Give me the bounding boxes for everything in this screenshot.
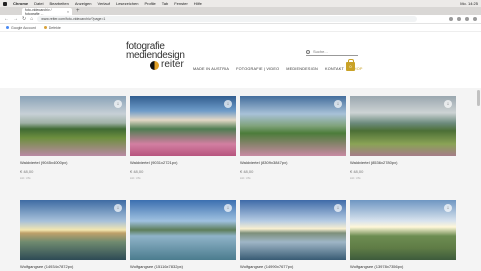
product-tax-note: inkl. USt. bbox=[20, 176, 32, 180]
product-tax-note: inkl. USt. bbox=[350, 176, 362, 180]
site-header: fotografie mediendesign reiter Suche... … bbox=[0, 32, 481, 88]
nav-fotografie-video[interactable]: FOTOGRAFIE | VIDEO bbox=[236, 67, 279, 71]
download-icon[interactable]: ↓ bbox=[224, 100, 232, 108]
google-icon bbox=[6, 26, 9, 30]
menu-profile[interactable]: Profile bbox=[144, 1, 155, 6]
product-price: € 48,00 bbox=[350, 169, 364, 174]
nav-mediendesign[interactable]: MEDIENDESIGN bbox=[286, 67, 318, 71]
menu-hilfe[interactable]: Hilfe bbox=[194, 1, 202, 6]
product-grid: ↓ Waldviertel (9045x4000px) € 48,00 inkl… bbox=[0, 88, 481, 271]
back-icon[interactable]: ← bbox=[4, 16, 9, 22]
product-price: € 48,00 bbox=[240, 169, 254, 174]
product-card[interactable]: ↓ Wolfgangsee (13978x7356px) bbox=[350, 200, 456, 269]
url-input[interactable]: www.reiter.com/foto-videoarchiv/?page=1 bbox=[37, 16, 418, 22]
menu-chrome[interactable]: Chrome bbox=[13, 1, 28, 6]
extension-icon[interactable] bbox=[457, 17, 461, 21]
product-image[interactable]: ↓ bbox=[350, 96, 456, 156]
menu-tab[interactable]: Tab bbox=[162, 1, 168, 6]
folder-icon bbox=[43, 26, 47, 30]
nav-made-in-austria[interactable]: MADE IN AUSTRIA bbox=[193, 67, 229, 71]
product-card[interactable]: ↓ Wolfgangsee (14934x7872px) bbox=[20, 200, 126, 269]
product-title[interactable]: Wolfgangsee (14934x7872px) bbox=[20, 264, 126, 269]
product-title[interactable]: Waldviertel (8536x2780px) bbox=[350, 160, 456, 165]
cart-count: 0 bbox=[349, 64, 352, 69]
menu-fenster[interactable]: Fenster bbox=[174, 1, 188, 6]
product-image[interactable]: ↓ bbox=[240, 96, 346, 156]
download-icon[interactable]: ↓ bbox=[334, 204, 342, 212]
download-icon[interactable]: ↓ bbox=[444, 204, 452, 212]
bookmarks-bar: Google Account Defekte bbox=[0, 24, 481, 32]
page-scrollbar[interactable] bbox=[477, 90, 480, 106]
download-icon[interactable]: ↓ bbox=[114, 204, 122, 212]
menu-lesezeichen[interactable]: Lesezeichen bbox=[116, 1, 138, 6]
menu-anzeigen[interactable]: Anzeigen bbox=[75, 1, 92, 6]
site-logo[interactable]: fotografie mediendesign reiter bbox=[126, 42, 196, 70]
product-image[interactable]: ↓ bbox=[20, 200, 126, 260]
cart-icon[interactable]: 0 bbox=[346, 59, 355, 71]
mac-menu-bar: Chrome Datei Bearbeiten Anzeigen Verlauf… bbox=[0, 0, 481, 7]
product-card[interactable]: ↓ Waldviertel (8309x3847px) € 48,00 inkl… bbox=[240, 96, 346, 180]
product-title[interactable]: Waldviertel (9045x4000px) bbox=[20, 160, 126, 165]
product-title[interactable]: Wolfgangsee (13978x7356px) bbox=[350, 264, 456, 269]
download-icon[interactable]: ↓ bbox=[444, 100, 452, 108]
menu-verlauf[interactable]: Verlauf bbox=[98, 1, 110, 6]
download-icon[interactable]: ↓ bbox=[334, 100, 342, 108]
tab-close-icon[interactable]: × bbox=[67, 10, 69, 14]
product-card[interactable]: ↓ Waldviertel (9031x2721px) € 48,00 inkl… bbox=[130, 96, 236, 180]
bookmark-google-account[interactable]: Google Account bbox=[6, 26, 36, 30]
product-card[interactable]: ↓ Wolfgangsee (14990x7677px) bbox=[240, 200, 346, 269]
address-bar: ← → ↻ ⌂ www.reiter.com/foto-videoarchiv/… bbox=[0, 15, 481, 24]
search-icon bbox=[306, 49, 310, 54]
product-price: € 48,00 bbox=[20, 169, 34, 174]
main-nav: MADE IN AUSTRIA FOTOGRAFIE | VIDEO MEDIE… bbox=[193, 67, 363, 71]
product-image[interactable]: ↓ bbox=[20, 96, 126, 156]
product-image[interactable]: ↓ bbox=[350, 200, 456, 260]
tab-strip: foto-videoarchiv / fotografie ... × + bbox=[0, 7, 481, 16]
product-card[interactable]: ↓ Waldviertel (9045x4000px) € 48,00 inkl… bbox=[20, 96, 126, 180]
new-tab-icon[interactable]: + bbox=[76, 8, 80, 15]
product-card[interactable]: ↓ Wolfgangsee (15116x7832px) bbox=[130, 200, 236, 269]
product-title[interactable]: Wolfgangsee (14990x7677px) bbox=[240, 264, 346, 269]
search-input[interactable]: Suche... bbox=[306, 48, 358, 56]
product-image[interactable]: ↓ bbox=[240, 200, 346, 260]
menubar-clock: Mo. 14:25 bbox=[460, 1, 478, 6]
search-placeholder: Suche... bbox=[313, 49, 328, 54]
product-title[interactable]: Waldviertel (9031x2721px) bbox=[130, 160, 236, 165]
more-menu-icon[interactable] bbox=[473, 17, 477, 21]
product-card[interactable]: ↓ Waldviertel (8536x2780px) € 48,00 inkl… bbox=[350, 96, 456, 180]
reload-icon[interactable]: ↻ bbox=[22, 16, 26, 22]
extensions-area bbox=[449, 17, 477, 21]
browser-tab[interactable]: foto-videoarchiv / fotografie ... × bbox=[22, 8, 72, 16]
menu-bearbeiten[interactable]: Bearbeiten bbox=[49, 1, 68, 6]
extension-icon[interactable] bbox=[449, 17, 453, 21]
bookmark-defekte[interactable]: Defekte bbox=[43, 26, 61, 30]
menu-datei[interactable]: Datei bbox=[34, 1, 43, 6]
product-tax-note: inkl. USt. bbox=[240, 176, 252, 180]
home-icon[interactable]: ⌂ bbox=[30, 16, 33, 22]
product-title[interactable]: Wolfgangsee (15116x7832px) bbox=[130, 264, 236, 269]
forward-icon[interactable]: → bbox=[13, 16, 18, 22]
product-image[interactable]: ↓ bbox=[130, 96, 236, 156]
nav-kontakt[interactable]: KONTAKT bbox=[325, 67, 344, 71]
product-image[interactable]: ↓ bbox=[130, 200, 236, 260]
product-title[interactable]: Waldviertel (8309x3847px) bbox=[240, 160, 346, 165]
product-price: € 48,00 bbox=[130, 169, 144, 174]
logo-mark-icon bbox=[150, 60, 159, 70]
product-tax-note: inkl. USt. bbox=[130, 176, 142, 180]
download-icon[interactable]: ↓ bbox=[224, 204, 232, 212]
profile-avatar-icon[interactable] bbox=[465, 17, 469, 21]
apple-icon[interactable] bbox=[3, 1, 7, 6]
download-icon[interactable]: ↓ bbox=[114, 100, 122, 108]
